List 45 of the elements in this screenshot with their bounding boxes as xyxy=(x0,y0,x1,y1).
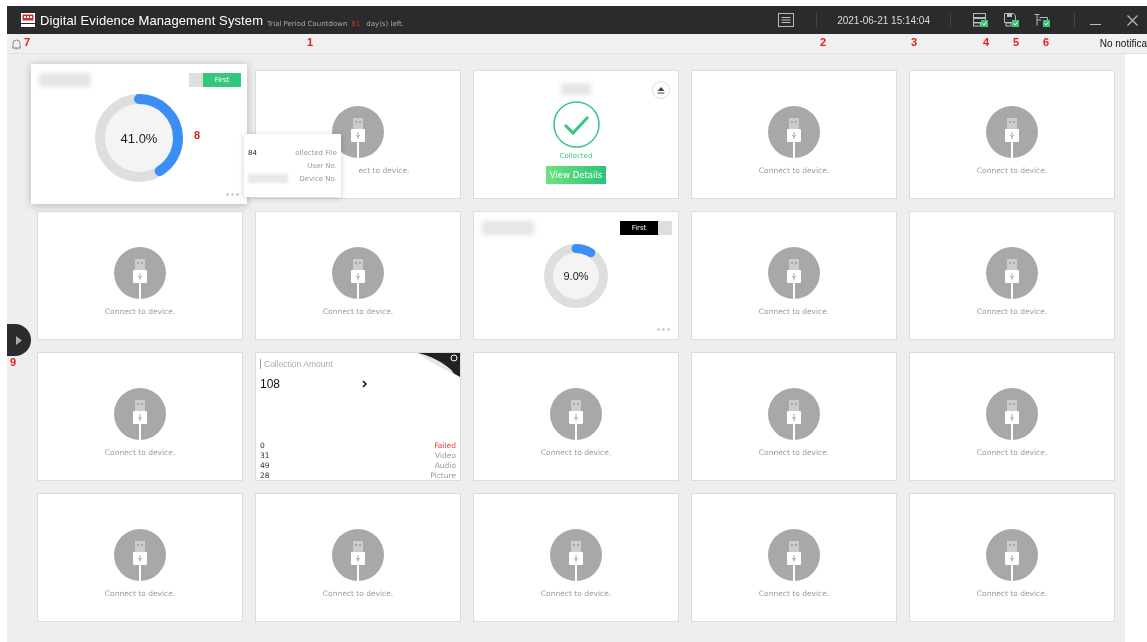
annotation-number: 9 xyxy=(10,356,17,368)
progress-ring xyxy=(544,244,608,308)
play-icon xyxy=(16,335,22,345)
usb-icon xyxy=(114,388,166,440)
usb-icon xyxy=(986,106,1038,158)
usb-icon xyxy=(332,529,384,581)
usb-icon xyxy=(114,247,166,299)
server-status-icon[interactable] xyxy=(973,13,988,27)
date-time: 2021-06-21 15:14:04 xyxy=(837,14,930,26)
page-curl-icon[interactable] xyxy=(418,353,460,377)
close-icon[interactable] xyxy=(1127,14,1138,26)
notification-text: No notifica xyxy=(1099,38,1147,49)
disk-status-icon[interactable] xyxy=(1004,13,1019,27)
network-status-icon[interactable] xyxy=(1034,13,1050,27)
usb-icon xyxy=(986,247,1038,299)
usb-icon xyxy=(986,388,1038,440)
message-icon[interactable] xyxy=(778,13,795,27)
annotation-number: 5 xyxy=(1013,36,1020,48)
bell-icon[interactable] xyxy=(11,37,22,50)
app-logo-icon xyxy=(20,12,36,28)
collection-total: 108 xyxy=(260,377,281,391)
eject-icon[interactable] xyxy=(652,81,670,99)
annotation-number: 7 xyxy=(24,36,31,48)
check-circle-icon xyxy=(552,101,600,148)
usb-icon xyxy=(332,247,384,299)
chevron-icon[interactable] xyxy=(362,380,369,388)
usb-icon xyxy=(986,529,1038,581)
usb-icon xyxy=(550,529,602,581)
annotation-number: 2 xyxy=(820,36,827,48)
annotation-number: 3 xyxy=(911,36,918,48)
sidebar-toggle-button[interactable] xyxy=(7,324,31,356)
usb-icon xyxy=(550,388,602,440)
usb-icon xyxy=(114,529,166,581)
annotation-number: 6 xyxy=(1043,36,1050,48)
view-details-button[interactable]: View Details xyxy=(545,166,607,184)
usb-icon xyxy=(768,388,820,440)
annotation-number: 4 xyxy=(983,36,990,48)
window-title: Digital Evidence Management System xyxy=(40,12,264,28)
progress-percent: 9.0% xyxy=(563,270,589,282)
usb-icon xyxy=(768,247,820,299)
usb-icon xyxy=(768,529,820,581)
progress-percent: 41.0% xyxy=(120,130,158,146)
annotation-number: 8 xyxy=(194,129,201,141)
usb-icon xyxy=(768,106,820,158)
annotation-number: 1 xyxy=(307,36,314,48)
